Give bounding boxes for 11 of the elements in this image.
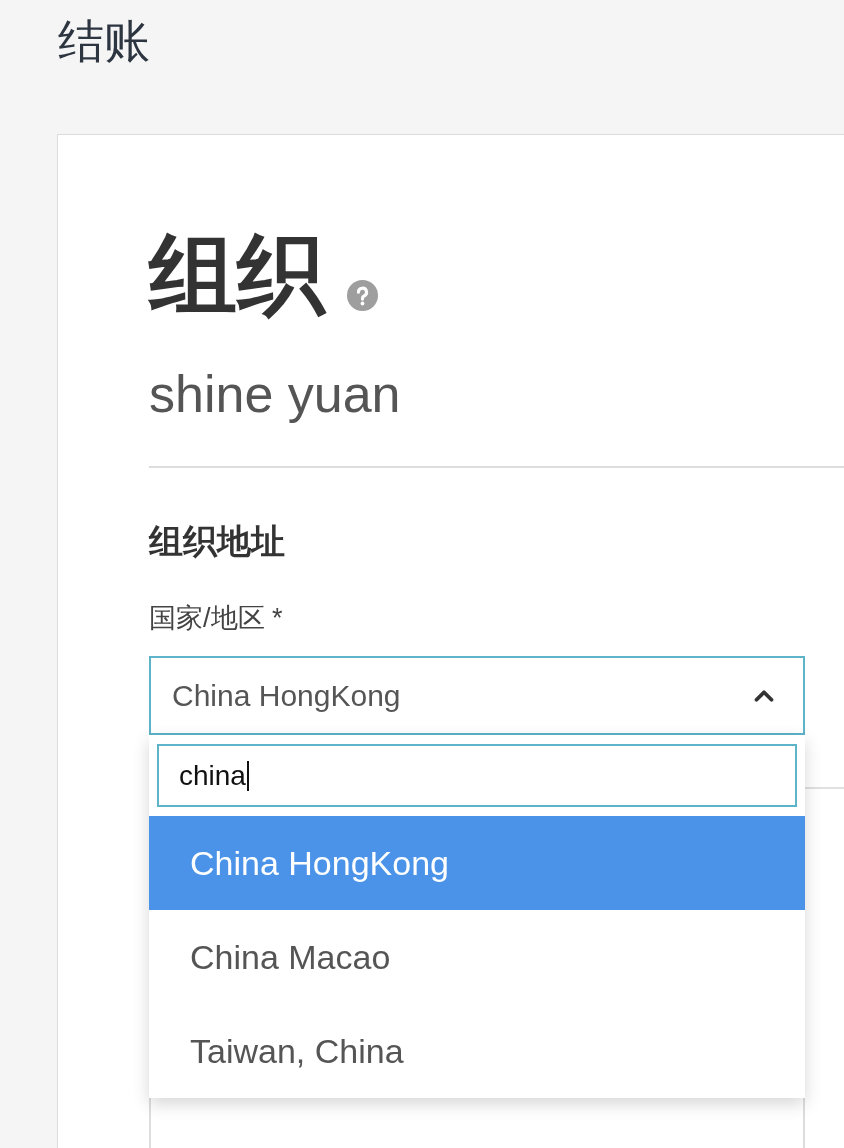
text-cursor-icon <box>246 760 249 791</box>
dropdown-option[interactable]: China Macao <box>149 910 805 1005</box>
page-title: 结账 <box>58 14 150 69</box>
country-select[interactable]: China HongKong <box>149 656 805 736</box>
search-field[interactable]: china <box>157 744 797 808</box>
organization-name: shine yuan <box>149 365 401 424</box>
address-heading: 组织地址 <box>149 524 285 559</box>
country-label: 国家/地区 * <box>149 603 283 634</box>
organization-heading: 组织 <box>149 231 325 320</box>
dropdown-option[interactable]: Taiwan, China <box>149 1004 805 1099</box>
help-icon[interactable] <box>347 280 378 312</box>
